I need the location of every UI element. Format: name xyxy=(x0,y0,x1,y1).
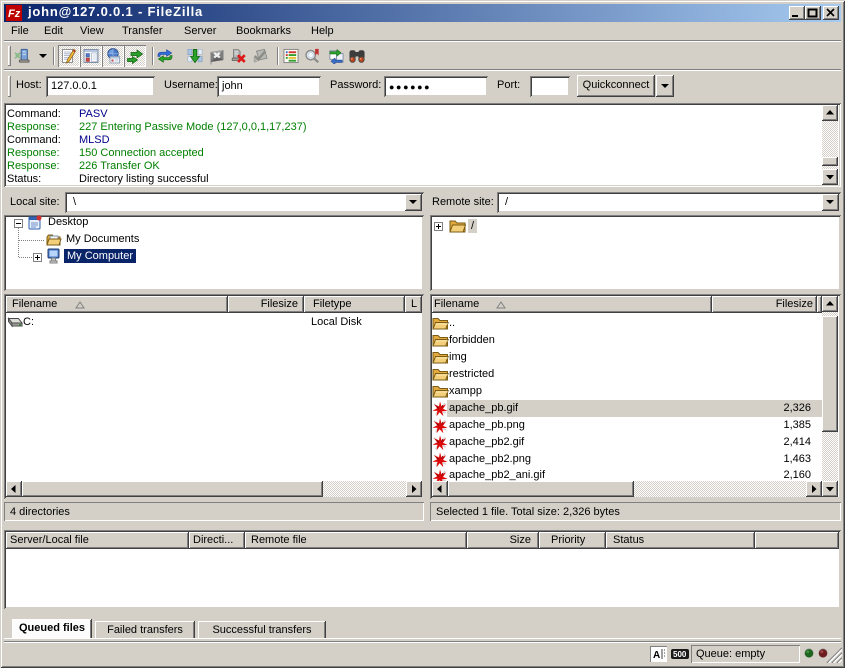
svg-text:500: 500 xyxy=(673,650,687,659)
svg-text:A: A xyxy=(653,650,660,661)
svg-text:Fz: Fz xyxy=(8,8,21,20)
